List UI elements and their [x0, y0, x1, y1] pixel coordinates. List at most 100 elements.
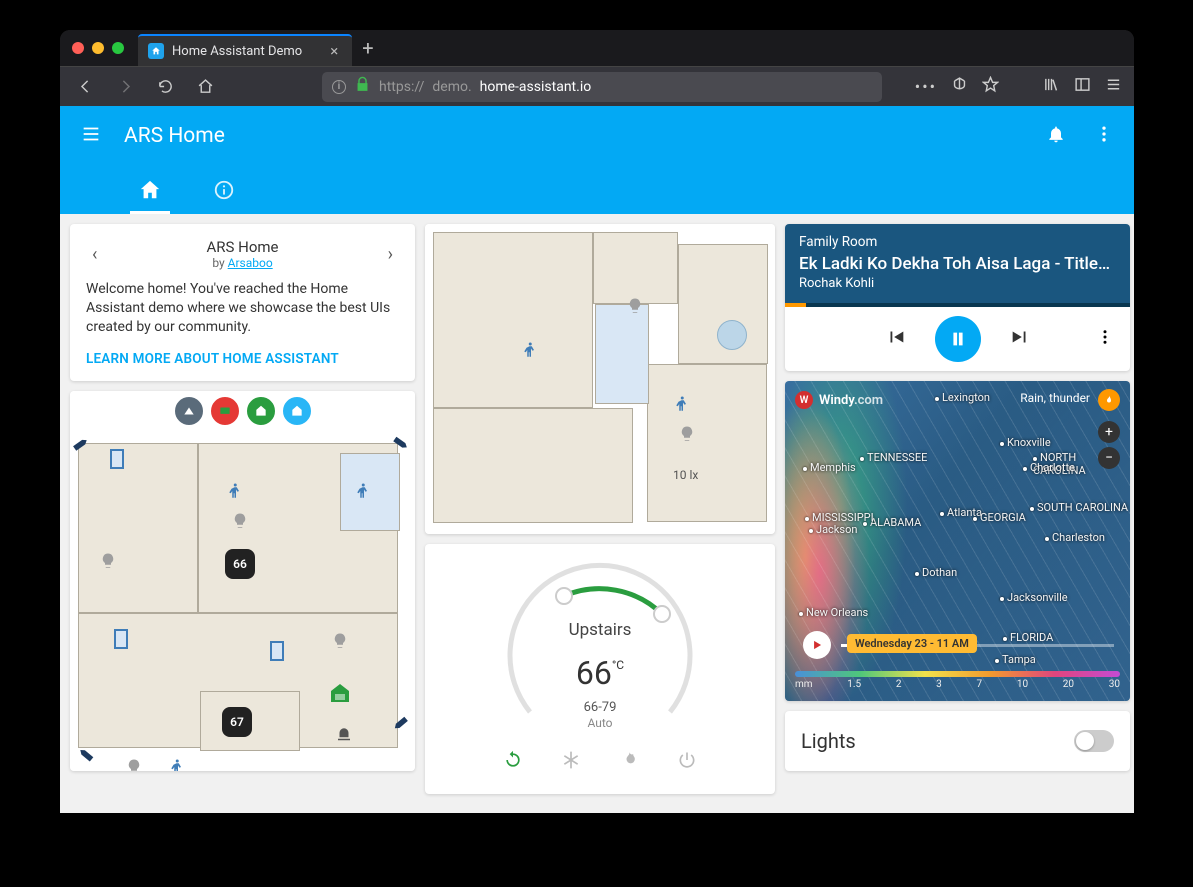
welcome-title: ARS Home	[206, 238, 278, 256]
site-info-icon[interactable]: i	[332, 80, 346, 94]
lights-title: Lights	[801, 729, 856, 753]
media-prev-button[interactable]	[885, 326, 907, 352]
tab-home[interactable]	[130, 166, 170, 214]
app-header: ARS Home	[60, 106, 1134, 214]
siren-icon[interactable]	[335, 726, 353, 744]
welcome-prev-button[interactable]: ‹	[86, 240, 103, 269]
light-icon[interactable]	[230, 511, 250, 531]
page-title: ARS Home	[124, 124, 225, 148]
forward-button[interactable]	[112, 74, 138, 100]
radar-city-label: Knoxville	[1000, 436, 1051, 449]
thermostat-mode: Auto	[500, 716, 700, 730]
thermostat-badge-living[interactable]: 66	[225, 549, 255, 579]
badge-home[interactable]	[283, 397, 311, 425]
light-icon[interactable]	[124, 757, 144, 771]
motion-sensor-icon[interactable]	[354, 481, 374, 501]
weather-radar-card[interactable]: LexingtonTENNESSEEMemphisKnoxvilleNORTH …	[785, 381, 1130, 701]
reader-mode-icon[interactable]	[951, 76, 968, 97]
menu-button[interactable]	[80, 123, 102, 149]
floorplan-badges	[175, 397, 311, 425]
radar-city-label: Jackson	[809, 523, 857, 536]
new-tab-button[interactable]: +	[362, 36, 373, 60]
sidebar-toggle-icon[interactable]	[1074, 76, 1091, 97]
lux-reading: 10 lx	[673, 468, 698, 482]
reload-button[interactable]	[152, 74, 178, 100]
window-maximize-button[interactable]	[112, 42, 124, 54]
back-button[interactable]	[72, 74, 98, 100]
window-controls	[72, 42, 124, 54]
radar-city-label: Tampa	[995, 653, 1036, 666]
browser-tab[interactable]: Home Assistant Demo ×	[138, 34, 352, 66]
page-content: ARS Home	[60, 106, 1134, 813]
browser-window: Home Assistant Demo × + i https://demo.h…	[60, 30, 1134, 813]
light-icon[interactable]	[98, 551, 118, 571]
radar-zoom-out[interactable]: −	[1098, 447, 1120, 469]
thermostat-badge-bedroom[interactable]: 67	[222, 707, 252, 737]
radar-city-label: SOUTH CAROLINA	[1030, 501, 1128, 514]
radar-timestamp: Wednesday 23 - 11 AM	[847, 634, 977, 653]
radar-city-label: New Orleans	[799, 606, 868, 619]
radar-city-label: Jacksonville	[1000, 591, 1068, 604]
welcome-card: ‹ ARS Home by Arsaboo › Welcome home! Yo…	[70, 224, 415, 381]
notifications-button[interactable]	[1046, 124, 1066, 148]
media-title: Ek Ladki Ko Dekha Toh Aisa Laga - Title…	[799, 254, 1116, 274]
window-minimize-button[interactable]	[92, 42, 104, 54]
media-artist: Rochak Kohli	[799, 276, 1116, 291]
home-button[interactable]	[192, 74, 218, 100]
welcome-byline: by Arsaboo	[206, 256, 278, 270]
url-subdomain: demo.	[432, 79, 471, 95]
radar-city-label: GEORGIA	[973, 511, 1026, 524]
radar-city-label: FLORIDA	[1003, 631, 1053, 644]
floorplan-main-card[interactable]: 66 67	[70, 391, 415, 771]
radar-city-label: Charlotte	[1023, 461, 1075, 474]
media-player-card: Family Room Ek Ladki Ko Dekha Toh Aisa L…	[785, 224, 1130, 371]
lights-card: Lights	[785, 711, 1130, 771]
page-actions-icon[interactable]: •••	[915, 77, 937, 96]
motion-sensor-icon[interactable]	[521, 340, 541, 360]
dashboard: ‹ ARS Home by Arsaboo › Welcome home! Yo…	[60, 214, 1134, 813]
overflow-menu-button[interactable]	[1094, 124, 1114, 148]
light-icon[interactable]	[677, 424, 697, 444]
radar-play-button[interactable]	[803, 631, 831, 659]
media-more-button[interactable]	[1096, 328, 1114, 350]
radar-city-label: Memphis	[803, 461, 856, 474]
motion-sensor-icon[interactable]	[168, 757, 188, 771]
media-play-pause-button[interactable]	[935, 316, 981, 362]
tab-favicon-icon	[148, 43, 164, 59]
light-icon[interactable]	[330, 631, 350, 651]
thermostat-dial[interactable]: Upstairs 66°C 66-79 Auto	[500, 562, 700, 742]
radar-layer-icon[interactable]	[1098, 389, 1120, 411]
floorplan-upper-card[interactable]: 10 lx	[425, 224, 775, 534]
door-sensor-icon[interactable]	[114, 629, 128, 649]
lights-toggle[interactable]	[1074, 730, 1114, 752]
window-close-button[interactable]	[72, 42, 84, 54]
motion-sensor-icon[interactable]	[226, 481, 246, 501]
welcome-author-link[interactable]: Arsaboo	[228, 256, 273, 270]
light-icon[interactable]	[625, 296, 645, 316]
library-icon[interactable]	[1043, 76, 1060, 97]
bookmark-icon[interactable]	[982, 76, 999, 97]
radar-brand: W Windy.com	[795, 391, 883, 409]
learn-more-link[interactable]: LEARN MORE ABOUT HOME ASSISTANT	[86, 351, 399, 367]
hamburger-menu-icon[interactable]	[1105, 76, 1122, 97]
media-room: Family Room	[799, 234, 1116, 250]
door-sensor-icon[interactable]	[110, 449, 124, 469]
welcome-body: Welcome home! You've reached the Home As…	[86, 280, 399, 337]
url-protocol: https://	[379, 79, 424, 95]
address-bar[interactable]: i https://demo.home-assistant.io	[322, 72, 882, 102]
tab-info[interactable]	[204, 166, 244, 214]
motion-sensor-icon[interactable]	[673, 394, 693, 414]
badge-presence[interactable]	[175, 397, 203, 425]
garage-icon[interactable]	[328, 681, 352, 705]
lock-icon	[354, 76, 371, 97]
radar-layer-label[interactable]: Rain, thunder	[1020, 391, 1090, 405]
door-sensor-icon[interactable]	[270, 641, 284, 661]
tab-close-button[interactable]: ×	[330, 42, 338, 60]
badge-tv[interactable]	[211, 397, 239, 425]
media-next-button[interactable]	[1009, 326, 1031, 352]
badge-alarm[interactable]	[247, 397, 275, 425]
browser-toolbar: i https://demo.home-assistant.io •••	[60, 66, 1134, 106]
welcome-next-button[interactable]: ›	[382, 240, 399, 269]
radar-zoom-in[interactable]: +	[1098, 421, 1120, 443]
radar-city-label: Charleston	[1045, 531, 1105, 544]
